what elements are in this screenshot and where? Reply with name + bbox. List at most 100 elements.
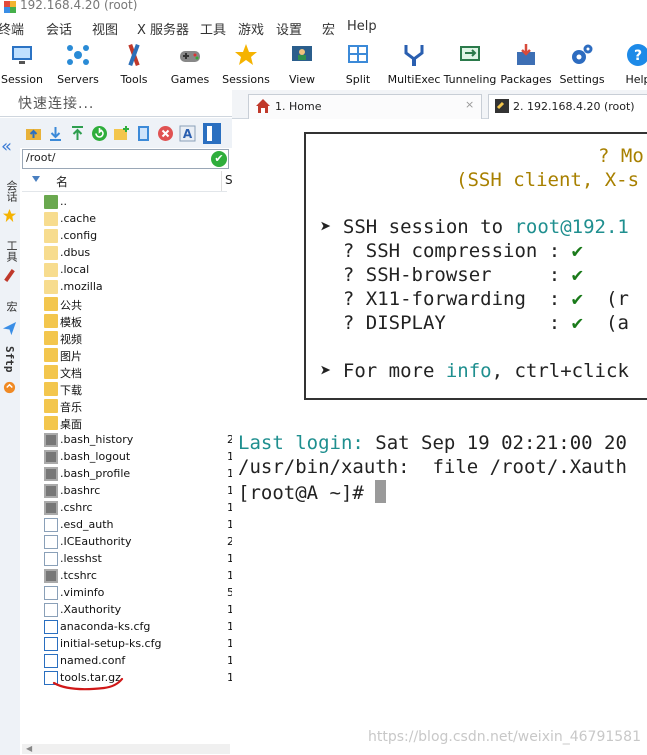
side-tab-macros[interactable]: 宏 (3, 301, 19, 312)
file-row[interactable]: .mozilla (22, 279, 232, 296)
info-link[interactable]: info (446, 360, 492, 382)
menu-view[interactable]: 视图 (92, 19, 118, 38)
folder-icon (44, 416, 58, 430)
file-row[interactable]: initial-setup-ks.cfg 1 (22, 636, 234, 653)
file-name: .mozilla (60, 280, 103, 293)
app-icon (4, 1, 16, 13)
side-tab-sessions[interactable]: 会话 (3, 180, 19, 202)
last-login-line: Last login: Sat Sep 19 02:21:00 20 (238, 432, 627, 454)
folder-up-icon[interactable] (25, 125, 42, 142)
file-row[interactable]: 视频 (22, 330, 232, 347)
file-name: .bash_history (60, 433, 134, 446)
quick-connect-input[interactable]: 快速连接... (0, 90, 232, 117)
menu-tools[interactable]: 工具 (200, 19, 226, 38)
download-icon[interactable] (47, 125, 64, 142)
file-name: .local (60, 263, 90, 276)
help-button[interactable]: ? Help (610, 40, 647, 88)
file-row[interactable]: .esd_auth 1 (22, 517, 234, 534)
menu-bar: 终端 会话 视图 X 服务器 工具 游戏 设置 宏 Help (0, 16, 647, 38)
file-row[interactable]: anaconda-ks.cfg 1 (22, 619, 234, 636)
file-name: .Xauthority (60, 603, 122, 616)
file-row[interactable]: .local (22, 262, 232, 279)
banner-row: ? SSH compression : ✔ (320, 240, 584, 262)
file-row[interactable]: 桌面 (22, 415, 232, 432)
sftp-path-input[interactable]: /root/ ✔ (22, 149, 229, 169)
file-name: .lesshst (60, 552, 102, 565)
delete-icon[interactable] (157, 125, 174, 142)
new-file-icon[interactable] (135, 125, 152, 142)
file-icon (44, 586, 58, 600)
scroll-left-icon[interactable]: ◀ (26, 744, 32, 753)
sftp-file-list: .. .cache .config .dbus .local .mozilla 公共 模板视频… (22, 194, 234, 734)
menu-xserver[interactable]: X 服务器 (137, 19, 189, 38)
folder-icon (44, 280, 58, 294)
file-row[interactable]: .lesshst 1 (22, 551, 234, 568)
watermark: https://blog.csdn.net/weixin_46791581 (367, 729, 641, 745)
binary-file-icon (44, 467, 58, 481)
tab-home[interactable]: 1. Home × (248, 94, 482, 119)
sftp-column-header[interactable]: 名 S (22, 171, 233, 192)
file-row[interactable]: .Xauthority 1 (22, 602, 234, 619)
sftp-horizontal-scrollbar[interactable]: ◀ (22, 744, 230, 754)
file-row[interactable]: .tcshrc 1 (22, 568, 234, 585)
binary-file-icon (44, 433, 58, 447)
upload-icon[interactable] (69, 125, 86, 142)
menu-games[interactable]: 游戏 (238, 19, 264, 38)
file-name: .dbus (60, 246, 91, 259)
file-row[interactable]: .ICEauthority 2 (22, 534, 234, 551)
tab-session[interactable]: 2. 192.168.4.20 (root) (488, 94, 647, 119)
tunneling-icon (460, 46, 480, 61)
file-icon (44, 518, 58, 532)
session-icon (12, 46, 32, 64)
file-row[interactable]: 模板 (22, 313, 232, 330)
side-tab-sftp[interactable]: Sftp (3, 346, 16, 373)
file-row[interactable]: .cshrc 1 (22, 500, 234, 517)
file-row[interactable]: .config (22, 228, 232, 245)
multiexec-icon (404, 45, 424, 66)
file-name: 图片 (60, 350, 82, 363)
folder-icon (44, 314, 58, 328)
xauth-line: /usr/bin/xauth: file /root/.Xauth (238, 456, 627, 478)
menu-help[interactable]: Help (347, 19, 377, 34)
follow-terminal-icon[interactable] (203, 123, 221, 144)
home-icon (256, 99, 270, 113)
file-row[interactable]: .bashrc 1 (22, 483, 234, 500)
file-row[interactable]: .bash_history 2 (22, 432, 234, 449)
file-row[interactable]: .cache (22, 211, 232, 228)
svg-text:A: A (183, 127, 193, 141)
refresh-icon[interactable] (91, 125, 108, 142)
terminal-view[interactable]: ? Mo (SSH client, X-s ➤ SSH session to r… (232, 119, 647, 755)
file-row[interactable]: .viminfo 5 (22, 585, 234, 602)
menu-session[interactable]: 会话 (46, 19, 72, 38)
file-row[interactable]: 图片 (22, 347, 232, 364)
file-row[interactable]: .. (22, 194, 232, 211)
session-host: root@192.1 (514, 216, 629, 238)
check-icon: ✔ (571, 264, 584, 286)
rename-icon[interactable]: A (179, 125, 196, 142)
side-tab-tools[interactable]: 工具 (3, 240, 19, 262)
folder-icon (44, 331, 58, 345)
path-ok-icon[interactable]: ✔ (211, 151, 227, 167)
prompt-line[interactable]: [root@A ~]# (238, 480, 387, 504)
file-row[interactable]: .bash_logout 1 (22, 449, 234, 466)
file-row[interactable]: .bash_profile 1 (22, 466, 234, 483)
menu-settings[interactable]: 设置 (276, 19, 302, 38)
menu-macros[interactable]: 宏 (322, 19, 335, 38)
file-row[interactable]: 文档 (22, 364, 232, 381)
file-row[interactable]: 公共 (22, 296, 232, 313)
file-name: initial-setup-ks.cfg (60, 637, 162, 650)
column-separator[interactable] (221, 171, 222, 191)
new-folder-icon[interactable] (113, 125, 130, 142)
column-name[interactable]: 名 (56, 173, 68, 190)
file-row[interactable]: 下载 (22, 381, 232, 398)
file-icon (44, 552, 58, 566)
file-row[interactable]: 音乐 (22, 398, 232, 415)
file-row[interactable]: .dbus (22, 245, 232, 262)
file-row[interactable]: named.conf 1 (22, 653, 234, 670)
tab-close-icon[interactable]: × (465, 98, 474, 111)
folder-icon (44, 212, 58, 226)
menu-terminal[interactable]: 终端 (0, 19, 24, 38)
collapse-chevron-icon[interactable]: « (1, 136, 12, 157)
file-name: 视频 (60, 333, 82, 346)
file-icon (44, 535, 58, 549)
